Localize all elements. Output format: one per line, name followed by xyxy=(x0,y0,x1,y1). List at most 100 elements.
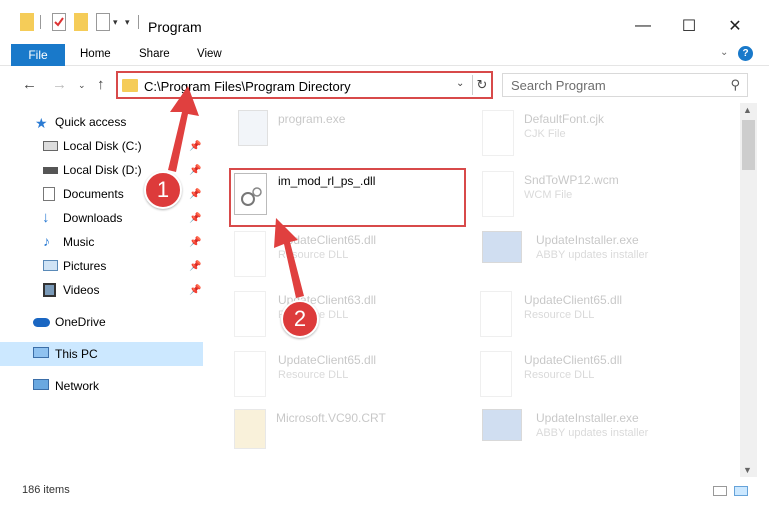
recent-locations-icon[interactable]: ⌄ xyxy=(78,80,86,91)
ribbon: File Home Share View ⌄ ? xyxy=(0,42,769,66)
file-item[interactable]: DefaultFont.cjk CJK File xyxy=(480,110,720,166)
sidebar-item-pictures[interactable]: Pictures 📌 xyxy=(0,254,203,278)
file-name: UpdateClient65.dll xyxy=(278,233,377,247)
up-button[interactable]: ↑ xyxy=(97,76,105,93)
pin-icon[interactable]: 📌 xyxy=(189,237,201,248)
chevron-down-icon[interactable]: ⌄ xyxy=(456,78,464,89)
drive-icon xyxy=(43,141,58,151)
sidebar-item-this-pc[interactable]: This PC xyxy=(0,342,203,366)
music-icon: ♪ xyxy=(43,233,50,249)
file-item[interactable]: UpdateClient65.dll Resource DLL xyxy=(480,291,720,347)
sidebar-item-label: This PC xyxy=(55,347,98,361)
file-name: UpdateClient65.dll xyxy=(524,353,623,367)
file-name: program.exe xyxy=(278,112,346,126)
file-list: program.exe DefaultFont.cjk CJK File im_… xyxy=(210,103,740,477)
file-type: Resource DLL xyxy=(524,309,595,321)
tab-file[interactable]: File xyxy=(11,44,65,66)
file-item[interactable]: UpdateClient63.dll Resource DLL xyxy=(234,291,474,347)
blank-doc-icon xyxy=(482,171,514,217)
cloud-icon xyxy=(33,318,50,327)
file-type: ABBY updates installer xyxy=(536,249,649,261)
dll-icon xyxy=(480,351,512,397)
sidebar-item-label: Pictures xyxy=(63,259,107,273)
refresh-icon[interactable]: ↻ xyxy=(472,75,491,95)
pin-icon[interactable]: 📌 xyxy=(189,165,201,176)
file-item[interactable]: SndToWP12.wcm WCM File xyxy=(480,171,720,227)
file-item[interactable]: UpdateClient65.dll Resource DLL xyxy=(234,231,474,287)
file-item[interactable]: UpdateInstaller.exe ABBY updates install… xyxy=(480,231,720,287)
file-item[interactable]: UpdateClient65.dll Resource DLL xyxy=(234,351,474,407)
window-title: Program xyxy=(148,19,202,35)
item-count: 186 items xyxy=(22,484,70,496)
file-type: Resource DLL xyxy=(278,249,349,261)
new-folder-icon[interactable] xyxy=(74,13,88,31)
computer-icon xyxy=(33,347,49,358)
file-item[interactable]: Microsoft.VC90.CRT xyxy=(234,409,474,465)
help-icon[interactable]: ? xyxy=(738,46,753,61)
exe-icon xyxy=(238,110,268,146)
sidebar-item-downloads[interactable]: ↓ Downloads 📌 xyxy=(0,206,203,230)
close-button[interactable]: ✕ xyxy=(712,14,758,38)
file-item[interactable]: program.exe xyxy=(234,110,474,166)
pin-icon[interactable]: 📌 xyxy=(189,261,201,272)
star-icon: ★ xyxy=(35,115,48,131)
back-button[interactable]: ← xyxy=(22,76,37,93)
expand-ribbon-icon[interactable]: ⌄ xyxy=(720,47,728,58)
chevron-down-icon[interactable]: ▾ xyxy=(113,17,118,35)
file-type: Resource DLL xyxy=(524,369,595,381)
details-view-icon[interactable] xyxy=(713,486,727,496)
file-type: CJK File xyxy=(524,128,566,140)
file-name: UpdateClient65.dll xyxy=(278,353,377,367)
chevron-down-icon[interactable]: ▾ xyxy=(125,17,130,35)
sidebar-item-network[interactable]: Network xyxy=(0,374,203,398)
title-bar: ▾ ▾ Program — ☐ ✕ xyxy=(0,0,769,42)
divider xyxy=(40,15,41,29)
dll-icon xyxy=(234,291,266,337)
file-item[interactable]: UpdateInstaller.exe ABBY updates install… xyxy=(480,409,720,465)
divider xyxy=(138,15,139,29)
download-icon: ↓ xyxy=(42,209,50,226)
properties-icon[interactable] xyxy=(52,13,66,31)
sidebar-item-label: Local Disk (D:) xyxy=(63,163,142,177)
pin-icon[interactable]: 📌 xyxy=(189,285,201,296)
navigation-bar: ← → ⌄ ↑ C:\Program Files\Program Directo… xyxy=(0,68,769,101)
status-bar: 186 items xyxy=(0,480,769,502)
file-name: UpdateInstaller.exe xyxy=(536,233,639,247)
large-icons-view-icon[interactable] xyxy=(734,486,748,496)
forward-button[interactable]: → xyxy=(52,76,67,93)
minimize-button[interactable]: — xyxy=(620,14,666,38)
address-path[interactable]: C:\Program Files\Program Directory xyxy=(144,79,351,94)
sidebar-item-label: Downloads xyxy=(63,211,123,225)
scroll-thumb[interactable] xyxy=(742,120,755,170)
tab-share[interactable]: Share xyxy=(139,48,170,60)
videos-icon xyxy=(43,283,56,297)
search-input[interactable]: Search Program ⚲ xyxy=(502,73,748,97)
tab-view[interactable]: View xyxy=(197,48,222,60)
sidebar-item-label: Quick access xyxy=(55,115,127,129)
sidebar-item-onedrive[interactable]: OneDrive xyxy=(0,310,203,334)
file-name: UpdateInstaller.exe xyxy=(536,411,639,425)
dll-icon xyxy=(480,291,512,337)
vertical-scrollbar[interactable]: ▲ ▼ xyxy=(740,103,757,477)
customize-toolbar-icon[interactable] xyxy=(96,13,110,31)
sidebar-item-music[interactable]: ♪ Music 📌 xyxy=(0,230,203,254)
search-icon[interactable]: ⚲ xyxy=(730,77,740,93)
sidebar-item-label: Videos xyxy=(63,283,100,297)
installer-icon xyxy=(482,409,522,441)
pin-icon[interactable]: 📌 xyxy=(189,141,201,152)
pin-icon[interactable]: 📌 xyxy=(189,189,201,200)
pin-icon[interactable]: 📌 xyxy=(189,213,201,224)
address-bar[interactable]: C:\Program Files\Program Directory ⌄ ↻ xyxy=(116,71,493,99)
scroll-down-icon[interactable]: ▼ xyxy=(743,465,752,475)
dll-icon xyxy=(234,351,266,397)
maximize-button[interactable]: ☐ xyxy=(666,14,712,38)
tab-home[interactable]: Home xyxy=(80,48,111,60)
sidebar-item-quick-access[interactable]: ★ Quick access xyxy=(0,110,203,134)
sidebar-item-local-disk-c[interactable]: Local Disk (C:) 📌 xyxy=(0,134,203,158)
file-name: DefaultFont.cjk xyxy=(524,112,605,126)
sidebar-item-videos[interactable]: Videos 📌 xyxy=(0,278,203,302)
sidebar-item-label: Documents xyxy=(63,187,124,201)
sidebar-item-label: Network xyxy=(55,379,100,393)
file-item[interactable]: UpdateClient65.dll Resource DLL xyxy=(480,351,720,407)
scroll-up-icon[interactable]: ▲ xyxy=(743,105,752,115)
